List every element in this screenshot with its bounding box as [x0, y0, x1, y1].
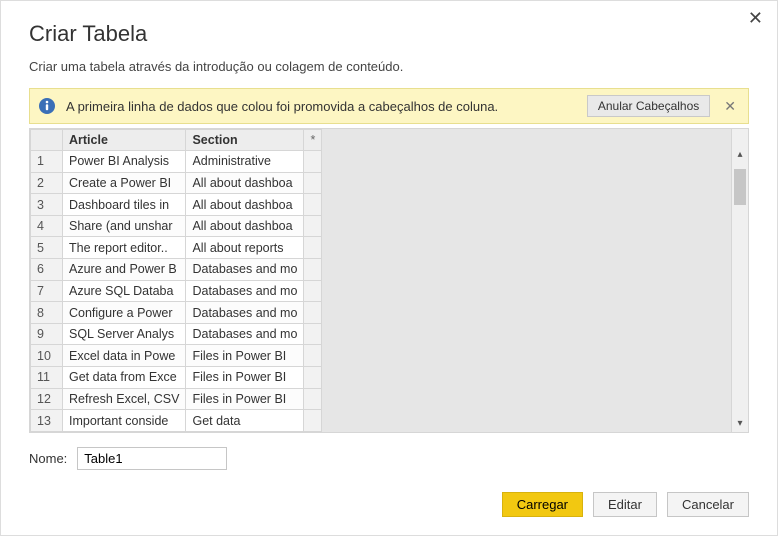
cell-empty: [304, 215, 322, 237]
cell-article[interactable]: Refresh Excel, CSV: [63, 388, 186, 410]
info-icon: [38, 97, 56, 115]
dialog-footer: Carregar Editar Cancelar: [29, 492, 749, 517]
cell-empty: [304, 259, 322, 281]
column-header-section[interactable]: Section: [186, 130, 304, 151]
cell-article[interactable]: Dashboard tiles in: [63, 194, 186, 216]
table-name-input[interactable]: [77, 447, 227, 470]
row-number: 6: [31, 259, 63, 281]
cell-section[interactable]: Databases and mo: [186, 280, 304, 302]
row-number-header: [31, 130, 63, 151]
banner-close-button[interactable]: ✕: [720, 98, 740, 115]
scroll-down-arrow[interactable]: ▾: [732, 415, 748, 432]
row-number: 4: [31, 215, 63, 237]
name-row: Nome:: [29, 447, 749, 470]
cell-empty: [304, 388, 322, 410]
cell-article[interactable]: Power BI Analysis: [63, 151, 186, 173]
cell-empty: [304, 302, 322, 324]
info-banner: A primeira linha de dados que colou foi …: [29, 88, 749, 124]
add-column-button[interactable]: *: [304, 130, 322, 151]
table-row[interactable]: 7Azure SQL DatabaDatabases and mo: [31, 280, 322, 302]
cell-empty: [304, 323, 322, 345]
cell-section[interactable]: Files in Power BI: [186, 345, 304, 367]
table-row[interactable]: 1Power BI AnalysisAdministrative: [31, 151, 322, 173]
row-number: 11: [31, 367, 63, 389]
cell-empty: [304, 410, 322, 432]
undo-headers-button[interactable]: Anular Cabeçalhos: [587, 95, 710, 117]
cell-article[interactable]: SQL Server Analys: [63, 323, 186, 345]
cell-article[interactable]: Share (and unshar: [63, 215, 186, 237]
data-grid-container: Article Section * 1Power BI AnalysisAdmi…: [29, 128, 749, 433]
cell-section[interactable]: Get data: [186, 410, 304, 432]
row-number: 1: [31, 151, 63, 173]
cell-section[interactable]: All about dashboa: [186, 215, 304, 237]
cell-empty: [304, 172, 322, 194]
cell-article[interactable]: Get data from Exce: [63, 367, 186, 389]
row-number: 10: [31, 345, 63, 367]
cell-article[interactable]: Azure SQL Databa: [63, 280, 186, 302]
row-number: 13: [31, 410, 63, 432]
table-row[interactable]: 10Excel data in PoweFiles in Power BI: [31, 345, 322, 367]
cell-section[interactable]: Files in Power BI: [186, 388, 304, 410]
cell-section[interactable]: Files in Power BI: [186, 367, 304, 389]
table-row[interactable]: 3Dashboard tiles inAll about dashboa: [31, 194, 322, 216]
cell-section[interactable]: All about dashboa: [186, 172, 304, 194]
cell-empty: [304, 151, 322, 173]
dialog-close-button[interactable]: ✕: [744, 7, 767, 29]
cell-section[interactable]: All about reports: [186, 237, 304, 259]
table-row[interactable]: 8Configure a PowerDatabases and mo: [31, 302, 322, 324]
cell-article[interactable]: Configure a Power: [63, 302, 186, 324]
scroll-thumb[interactable]: [734, 169, 746, 205]
cell-empty: [304, 237, 322, 259]
cell-empty: [304, 280, 322, 302]
banner-message: A primeira linha de dados que colou foi …: [66, 99, 577, 114]
row-number: 5: [31, 237, 63, 259]
table-row[interactable]: 12Refresh Excel, CSVFiles in Power BI: [31, 388, 322, 410]
row-number: 12: [31, 388, 63, 410]
cell-article[interactable]: Excel data in Powe: [63, 345, 186, 367]
cell-section[interactable]: Databases and mo: [186, 302, 304, 324]
column-header-article[interactable]: Article: [63, 130, 186, 151]
dialog-title: Criar Tabela: [29, 21, 749, 47]
vertical-scrollbar[interactable]: ▴ ▾: [731, 129, 748, 432]
row-number: 2: [31, 172, 63, 194]
row-number: 9: [31, 323, 63, 345]
cell-empty: [304, 194, 322, 216]
cell-article[interactable]: Important conside: [63, 410, 186, 432]
table-row[interactable]: 4Share (and unsharAll about dashboa: [31, 215, 322, 237]
load-button[interactable]: Carregar: [502, 492, 583, 517]
table-row[interactable]: 9SQL Server AnalysDatabases and mo: [31, 323, 322, 345]
name-label: Nome:: [29, 451, 67, 466]
cell-article[interactable]: The report editor..: [63, 237, 186, 259]
cell-section[interactable]: All about dashboa: [186, 194, 304, 216]
cell-empty: [304, 367, 322, 389]
row-number: 3: [31, 194, 63, 216]
edit-button[interactable]: Editar: [593, 492, 657, 517]
dialog-subtitle: Criar uma tabela através da introdução o…: [29, 59, 749, 74]
create-table-dialog: Criar Tabela Criar uma tabela através da…: [1, 1, 777, 535]
cell-section[interactable]: Databases and mo: [186, 323, 304, 345]
cell-section[interactable]: Administrative: [186, 151, 304, 173]
table-row[interactable]: 11Get data from ExceFiles in Power BI: [31, 367, 322, 389]
scroll-up-arrow[interactable]: ▴: [732, 146, 748, 163]
data-grid[interactable]: Article Section * 1Power BI AnalysisAdmi…: [30, 129, 322, 432]
cell-article[interactable]: Create a Power BI: [63, 172, 186, 194]
table-row[interactable]: 5The report editor..All about reports: [31, 237, 322, 259]
table-row[interactable]: 6Azure and Power BDatabases and mo: [31, 259, 322, 281]
cancel-button[interactable]: Cancelar: [667, 492, 749, 517]
row-number: 8: [31, 302, 63, 324]
cell-article[interactable]: Azure and Power B: [63, 259, 186, 281]
cell-section[interactable]: Databases and mo: [186, 259, 304, 281]
table-row[interactable]: 13Important consideGet data: [31, 410, 322, 432]
row-number: 7: [31, 280, 63, 302]
cell-empty: [304, 345, 322, 367]
table-row[interactable]: 2Create a Power BIAll about dashboa: [31, 172, 322, 194]
